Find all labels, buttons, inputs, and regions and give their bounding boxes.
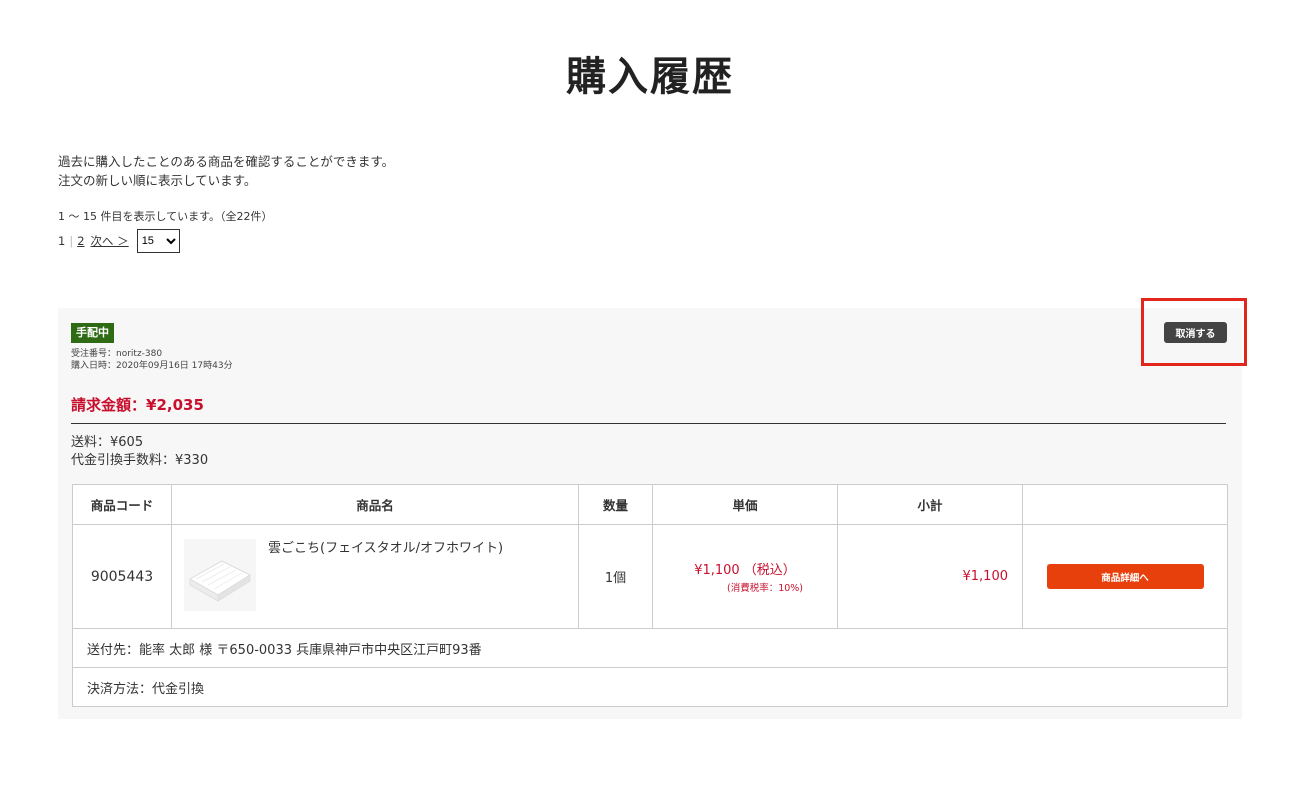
ship-to: 送付先：能率 太郎 様 〒650-0033 兵庫県神戸市中央区江戸町93番 bbox=[72, 628, 1228, 668]
pagination: 1 | 2 次へ ＞ 15 bbox=[58, 229, 180, 253]
order-number: 受注番号：noritz-380 bbox=[71, 349, 163, 359]
towel-image bbox=[184, 539, 256, 611]
column-header-code: 商品コード bbox=[72, 484, 172, 525]
intro-line-2: 注文の新しい順に表示しています。 bbox=[58, 173, 257, 188]
column-header-subtotal: 小計 bbox=[837, 484, 1023, 525]
item-code: 9005443 bbox=[72, 524, 172, 629]
unit-price: ¥1,100 （税込） bbox=[694, 563, 796, 578]
column-header-name: 商品名 bbox=[171, 484, 579, 525]
cod-fee: 代金引換手数料：¥330 bbox=[71, 453, 209, 468]
page-title: 購入履歴 bbox=[566, 54, 734, 100]
highlight-box bbox=[1141, 298, 1247, 366]
ship-to-row: 送付先：能率 太郎 様 〒650-0033 兵庫県神戸市中央区江戸町93番 bbox=[72, 628, 1228, 668]
column-header-qty: 数量 bbox=[578, 484, 653, 525]
fees: 送料：¥605 代金引換手数料：¥330 bbox=[71, 434, 208, 470]
order-card: 手配中 受注番号：noritz-380 購入日時：2020年09月16日 17時… bbox=[58, 308, 1242, 719]
page-2-link[interactable]: 2 bbox=[77, 234, 84, 248]
payment-row: 決済方法：代金引換 bbox=[72, 667, 1228, 707]
shipping-fee: 送料：¥605 bbox=[71, 435, 144, 450]
item-quantity: 1個 bbox=[578, 524, 653, 629]
unit-price-cell: ¥1,100 （税込） (消費税率：10%) bbox=[652, 524, 838, 629]
column-header-action bbox=[1022, 484, 1228, 525]
column-header-price: 単価 bbox=[652, 484, 838, 525]
intro-line-1: 過去に購入したことのある商品を確認することができます。 bbox=[58, 154, 395, 169]
result-count: 1 ～ 15 件目を表示しています。（全22件） bbox=[58, 210, 273, 223]
intro-text: 過去に購入したことのある商品を確認することができます。 注文の新しい順に表示して… bbox=[58, 152, 394, 190]
order-items-table: 商品コード 商品名 数量 単価 小計 9005443 雲ごこち(フェイスタオル/… bbox=[72, 484, 1228, 707]
page-separator: | bbox=[69, 234, 74, 248]
purchase-date: 購入日時：2020年09月16日 17時43分 bbox=[71, 361, 233, 371]
product-cell: 雲ごこち(フェイスタオル/オフホワイト) bbox=[171, 524, 579, 629]
per-page-select[interactable]: 15 bbox=[136, 229, 180, 253]
product-name: 雲ごこち(フェイスタオル/オフホワイト) bbox=[268, 541, 504, 556]
next-page-link[interactable]: 次へ ＞ bbox=[91, 233, 129, 249]
tax-rate: (消費税率：10%) bbox=[726, 583, 804, 594]
action-cell: 商品詳細へ bbox=[1022, 524, 1228, 629]
order-meta: 受注番号：noritz-380 購入日時：2020年09月16日 17時43分 bbox=[71, 348, 233, 372]
divider bbox=[71, 423, 1226, 424]
page-current: 1 bbox=[58, 234, 66, 248]
table-header-row: 商品コード 商品名 数量 単価 小計 bbox=[72, 484, 1228, 525]
payment-method: 決済方法：代金引換 bbox=[72, 667, 1228, 707]
item-subtotal: ¥1,100 bbox=[837, 524, 1023, 629]
status-badge: 手配中 bbox=[71, 323, 114, 343]
product-detail-button[interactable]: 商品詳細へ bbox=[1046, 564, 1204, 589]
table-row: 9005443 雲ごこち(フェイスタオル/オフホワイト) 1個 ¥1,100 （… bbox=[72, 524, 1228, 629]
total-amount: 請求金額：¥2,035 bbox=[71, 396, 204, 414]
